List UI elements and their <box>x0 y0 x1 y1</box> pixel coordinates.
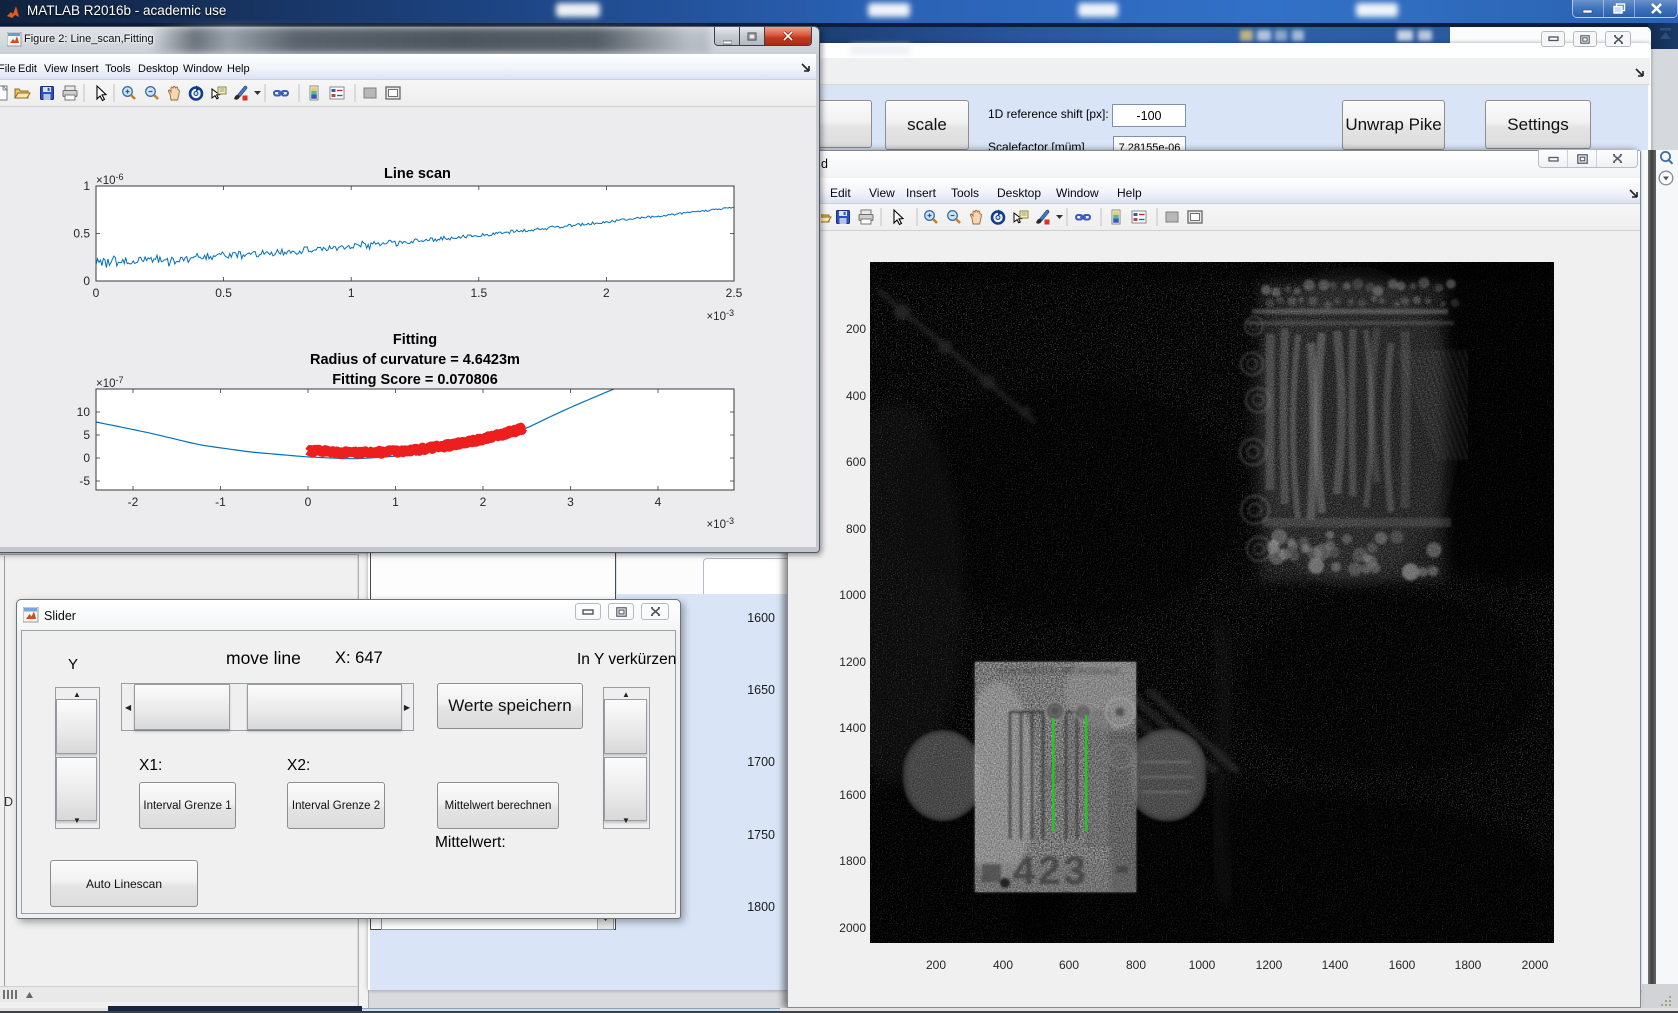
svg-text:1: 1 <box>392 495 399 509</box>
svg-text:×10-6: ×10-6 <box>96 172 124 187</box>
svg-text:800: 800 <box>846 522 866 536</box>
svg-text:0: 0 <box>83 451 90 465</box>
svg-text:0: 0 <box>93 286 100 300</box>
svg-text:1600: 1600 <box>1389 958 1416 972</box>
svg-text:2000: 2000 <box>1522 958 1549 972</box>
svg-text:2: 2 <box>480 495 487 509</box>
svg-text:2: 2 <box>603 286 610 300</box>
svg-text:×10-3: ×10-3 <box>706 308 734 323</box>
svg-text:0: 0 <box>83 274 90 288</box>
svg-text:1: 1 <box>348 286 355 300</box>
svg-text:4: 4 <box>655 495 662 509</box>
svg-text:400: 400 <box>846 389 866 403</box>
svg-text:×10-7: ×10-7 <box>96 375 124 390</box>
svg-text:600: 600 <box>1059 958 1079 972</box>
svg-text:1800: 1800 <box>1455 958 1482 972</box>
svg-text:1600: 1600 <box>839 788 866 802</box>
svg-text:Fitting Score = 0.070806: Fitting Score = 0.070806 <box>332 372 498 388</box>
svg-text:1200: 1200 <box>839 655 866 669</box>
svg-text:CONTINENTAL MICROSCALE: CONTINENTAL MICROSCALE <box>998 667 1120 676</box>
svg-text:0.5: 0.5 <box>73 227 90 241</box>
svg-text:400: 400 <box>993 958 1013 972</box>
svg-text:200: 200 <box>846 322 866 336</box>
svg-text:0: 0 <box>305 495 312 509</box>
svg-text:423: 423 <box>1013 849 1089 893</box>
svg-text:2000: 2000 <box>839 921 866 935</box>
svg-text:-1: -1 <box>215 495 226 509</box>
svg-text:Fitting: Fitting <box>393 332 437 348</box>
svg-text:1: 1 <box>83 179 90 193</box>
svg-text:3: 3 <box>567 495 574 509</box>
svg-text:1400: 1400 <box>1322 958 1349 972</box>
svg-text:1.5: 1.5 <box>470 286 487 300</box>
svg-text:1000: 1000 <box>839 588 866 602</box>
svg-text:600: 600 <box>846 455 866 469</box>
svg-text:1400: 1400 <box>839 721 866 735</box>
svg-text:×10-3: ×10-3 <box>706 516 734 531</box>
svg-text:10: 10 <box>77 405 91 419</box>
svg-text:-5: -5 <box>79 474 90 488</box>
svg-text:1800: 1800 <box>839 854 866 868</box>
svg-text:2.5: 2.5 <box>726 286 743 300</box>
svg-text:-2: -2 <box>128 495 139 509</box>
svg-text:0.5: 0.5 <box>215 286 232 300</box>
svg-text:5: 5 <box>83 428 90 442</box>
svg-text:200: 200 <box>926 958 946 972</box>
svg-text:1200: 1200 <box>1256 958 1283 972</box>
svg-text:800: 800 <box>1126 958 1146 972</box>
svg-text:Line scan: Line scan <box>384 166 451 182</box>
svg-text:Radius of curvature = 4.6423m: Radius of curvature = 4.6423m <box>310 352 520 368</box>
svg-text:1000: 1000 <box>1189 958 1216 972</box>
